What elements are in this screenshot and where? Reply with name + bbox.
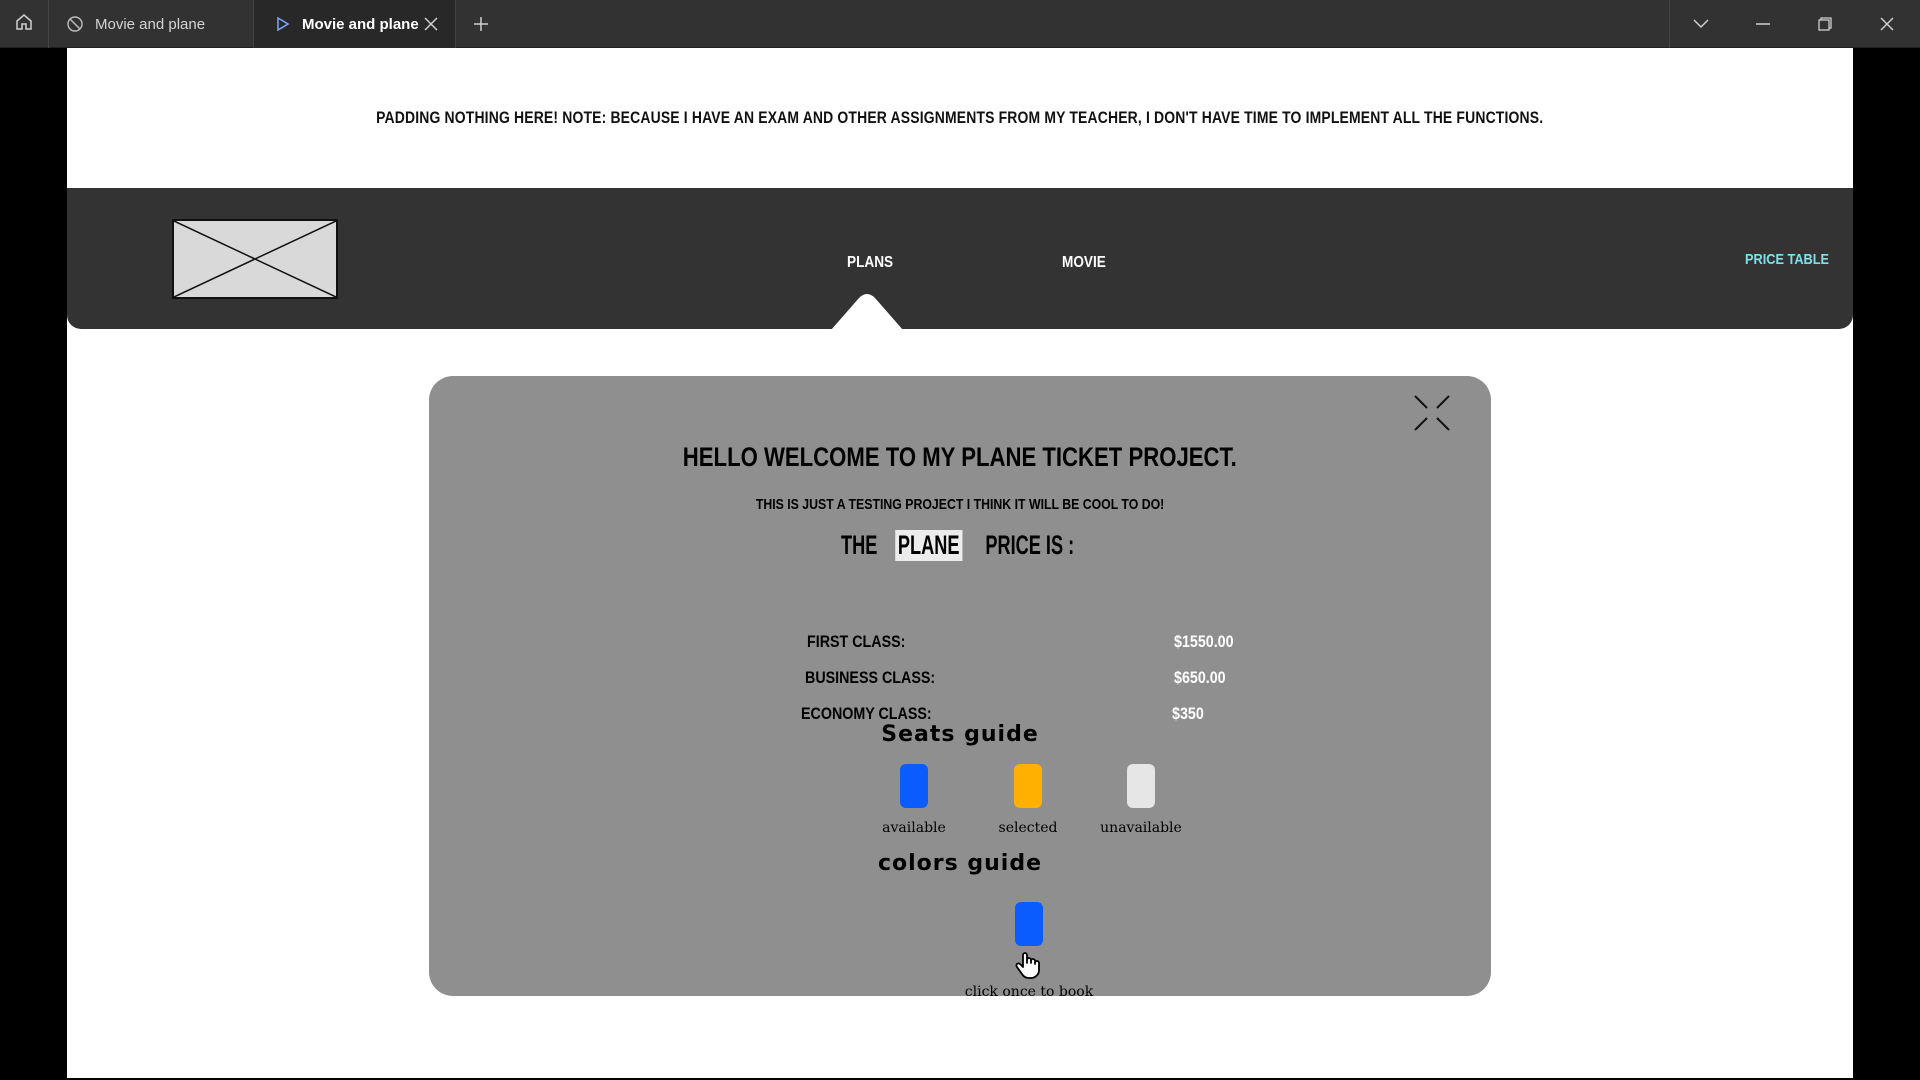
tab-label: Movie and plane xyxy=(302,15,419,33)
restore-icon[interactable] xyxy=(1794,0,1856,48)
close-window-icon[interactable] xyxy=(1856,0,1918,48)
welcome-modal: HELLO WELCOME TO MY PLANE TICKET PROJECT… xyxy=(429,376,1491,1000)
play-icon xyxy=(272,14,292,34)
home-icon xyxy=(15,13,33,36)
price-heading: THE PLANE PRICE IS : xyxy=(429,530,1491,561)
active-nav-indicator xyxy=(831,294,903,330)
seats-guide-title: Seats guide xyxy=(881,722,1039,747)
collapse-icon[interactable] xyxy=(1413,394,1451,432)
notice-banner: PADDING NOTHING HERE! NOTE: BECAUSE I HA… xyxy=(67,48,1853,188)
colors-guide-title: colors guide xyxy=(877,851,1043,876)
minimize-icon[interactable] xyxy=(1732,0,1794,48)
economy-class-label: ECONOMY CLASS: xyxy=(801,704,932,723)
seat-available-label: available xyxy=(882,820,946,836)
click-to-book-swatch[interactable] xyxy=(1015,902,1043,946)
nav-link-movie[interactable]: MOVIE xyxy=(1062,254,1106,272)
first-class-label: FIRST CLASS: xyxy=(807,632,906,651)
price-highlight: PLANE xyxy=(894,530,962,561)
close-tab-icon[interactable] xyxy=(421,14,441,34)
seat-unavailable-label: unavailable xyxy=(1100,820,1182,836)
click-to-book-label: click once to book xyxy=(964,984,1094,1000)
seat-selected-swatch xyxy=(1014,764,1042,808)
nav-link-price-table[interactable]: PRICE TABLE xyxy=(1745,251,1829,268)
new-tab-button[interactable] xyxy=(469,12,493,36)
modal-title: HELLO WELCOME TO MY PLANE TICKET PROJECT… xyxy=(683,442,1237,472)
price-suffix: PRICE IS : xyxy=(984,530,1074,560)
economy-class-price: $350 xyxy=(1172,704,1204,723)
notice-text: PADDING NOTHING HERE! NOTE: BECAUSE I HA… xyxy=(376,108,1544,127)
price-prefix: THE xyxy=(840,530,878,560)
top-navbar: PLANS MOVIE PRICE TABLE xyxy=(67,188,1853,330)
logo-placeholder-image xyxy=(172,219,338,299)
modal-subtitle: THIS IS JUST A TESTING PROJECT I THINK I… xyxy=(755,496,1165,513)
tab-movie-and-plane-2[interactable]: Movie and plane xyxy=(254,0,456,48)
business-class-price: $650.00 xyxy=(1174,668,1226,687)
nav-link-plans[interactable]: PLANS xyxy=(847,254,893,272)
web-page: PADDING NOTHING HERE! NOTE: BECAUSE I HA… xyxy=(67,48,1853,1078)
tab-label: Movie and plane xyxy=(95,15,206,33)
shield-icon xyxy=(65,14,85,34)
first-class-price: $1550.00 xyxy=(1174,632,1234,651)
seat-selected-label: selected xyxy=(998,820,1058,836)
tab-movie-and-plane-1[interactable]: Movie and plane xyxy=(49,0,254,48)
browser-titlebar: Movie and plane Movie and plane xyxy=(0,0,1920,48)
business-class-label: BUSINESS CLASS: xyxy=(805,668,936,687)
chevron-down-icon[interactable] xyxy=(1670,0,1732,48)
seat-unavailable-swatch xyxy=(1127,764,1155,808)
home-button[interactable] xyxy=(0,0,49,48)
hand-pointer-icon xyxy=(1015,952,1040,979)
seat-available-swatch xyxy=(900,764,928,808)
